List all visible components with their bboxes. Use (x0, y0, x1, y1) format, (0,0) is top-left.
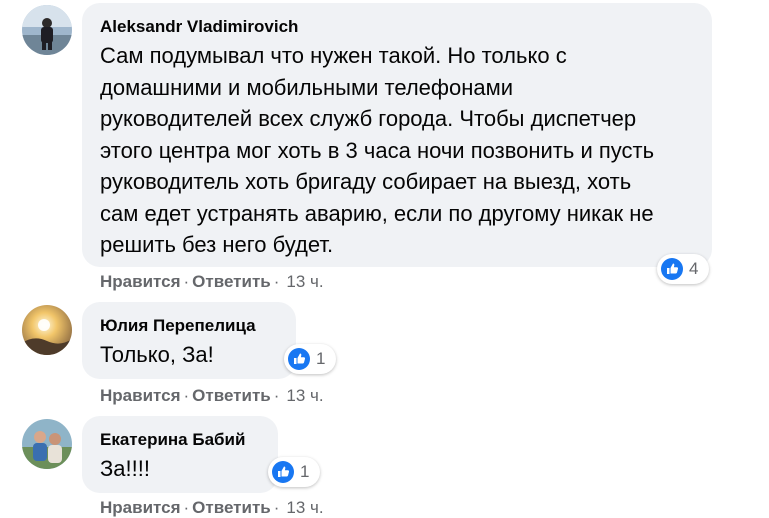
separator: · (183, 272, 190, 291)
like-button[interactable]: Нравится (100, 272, 181, 291)
reply-button[interactable]: Ответить (192, 498, 271, 517)
like-button[interactable]: Нравится (100, 498, 181, 517)
separator: · (273, 498, 280, 517)
comment-bubble: Екатерина Бабий За!!!! (82, 416, 278, 493)
reaction-count: 4 (689, 259, 699, 278)
reply-button[interactable]: Ответить (192, 272, 271, 291)
comment-timestamp[interactable]: 13 ч. (286, 498, 323, 517)
comment-actions: Нравится · Ответить · 13 ч. (100, 272, 324, 292)
comment-text: Только, За! (100, 342, 214, 367)
reaction-count: 1 (300, 462, 310, 481)
comment-text: Сам подумывал что нужен такой. Но только… (100, 43, 655, 257)
comment-author[interactable]: Aleksandr Vladimirovich (100, 17, 298, 37)
comment-author[interactable]: Юлия Перепелица (100, 316, 256, 336)
reaction-summary[interactable]: 1 (284, 344, 336, 374)
comment-actions: Нравится · Ответить · 13 ч. (100, 386, 324, 406)
separator: · (273, 386, 280, 405)
comment-bubble: Юлия Перепелица Только, За! (82, 302, 296, 379)
reaction-summary[interactable]: 1 (268, 457, 320, 487)
comment-author[interactable]: Екатерина Бабий (100, 430, 245, 450)
like-button[interactable]: Нравится (100, 386, 181, 405)
avatar[interactable] (22, 419, 72, 469)
avatar[interactable] (22, 5, 72, 55)
comment-text: За!!!! (100, 456, 150, 481)
reaction-summary[interactable]: 4 (657, 254, 709, 284)
separator: · (273, 272, 280, 291)
avatar[interactable] (22, 305, 72, 355)
separator: · (183, 498, 190, 517)
like-reaction-icon (288, 348, 310, 370)
separator: · (183, 386, 190, 405)
reply-button[interactable]: Ответить (192, 386, 271, 405)
reaction-count: 1 (316, 349, 326, 368)
like-reaction-icon (272, 461, 294, 483)
comment-actions: Нравится · Ответить · 13 ч. (100, 498, 324, 518)
like-reaction-icon (661, 258, 683, 280)
comment-timestamp[interactable]: 13 ч. (286, 386, 323, 405)
comment-timestamp[interactable]: 13 ч. (286, 272, 323, 291)
comment-bubble: Aleksandr Vladimirovich Сам подумывал чт… (82, 3, 712, 267)
